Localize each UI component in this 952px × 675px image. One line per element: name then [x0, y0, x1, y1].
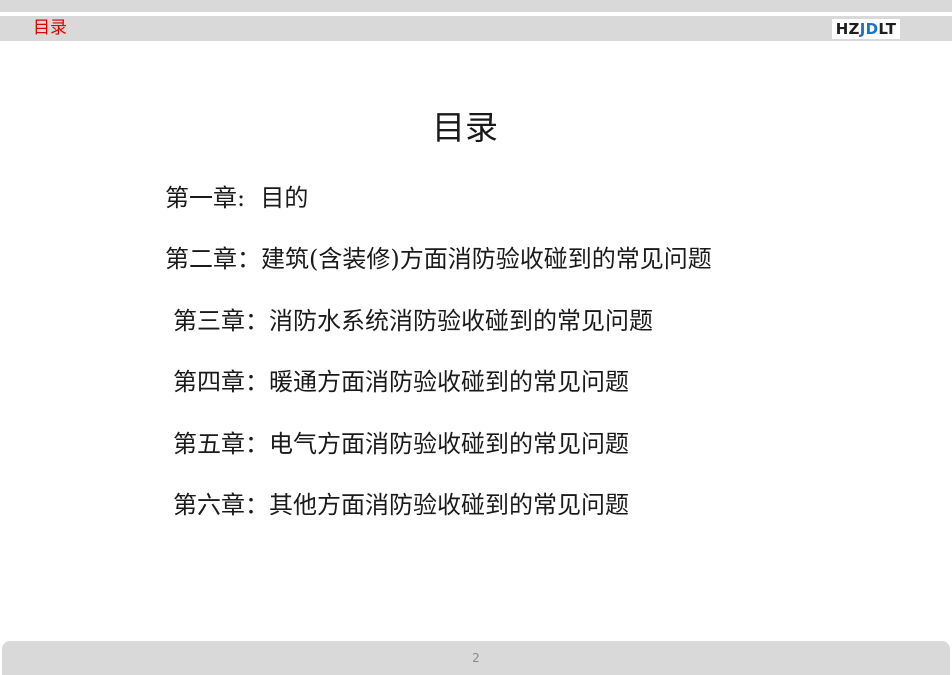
- top-strip: [0, 0, 952, 12]
- toc-item-chapter-6[interactable]: 第六章：其他方面消防验收碰到的常见问题: [173, 489, 629, 521]
- company-logo: HZ JD LT: [832, 19, 900, 39]
- toc-item-chapter-1[interactable]: 第一章: 目的: [165, 182, 308, 214]
- header-bar: 目录 HZ JD LT: [0, 16, 952, 41]
- header-title: 目录: [33, 18, 67, 38]
- logo-text-jd: JD: [859, 20, 879, 38]
- toc-item-chapter-5[interactable]: 第五章：电气方面消防验收碰到的常见问题: [173, 428, 629, 460]
- footer-bar: 2: [2, 641, 950, 675]
- toc-item-chapter-2[interactable]: 第二章：建筑(含装修)方面消防验收碰到的常见问题: [165, 243, 712, 275]
- toc-item-chapter-4[interactable]: 第四章：暖通方面消防验收碰到的常见问题: [173, 366, 629, 398]
- page-title: 目录: [432, 108, 498, 147]
- toc-item-chapter-3[interactable]: 第三章：消防水系统消防验收碰到的常见问题: [173, 305, 653, 337]
- logo-text-lt: LT: [878, 20, 897, 38]
- page-number: 2: [472, 651, 480, 665]
- logo-text-hz: HZ: [835, 20, 860, 38]
